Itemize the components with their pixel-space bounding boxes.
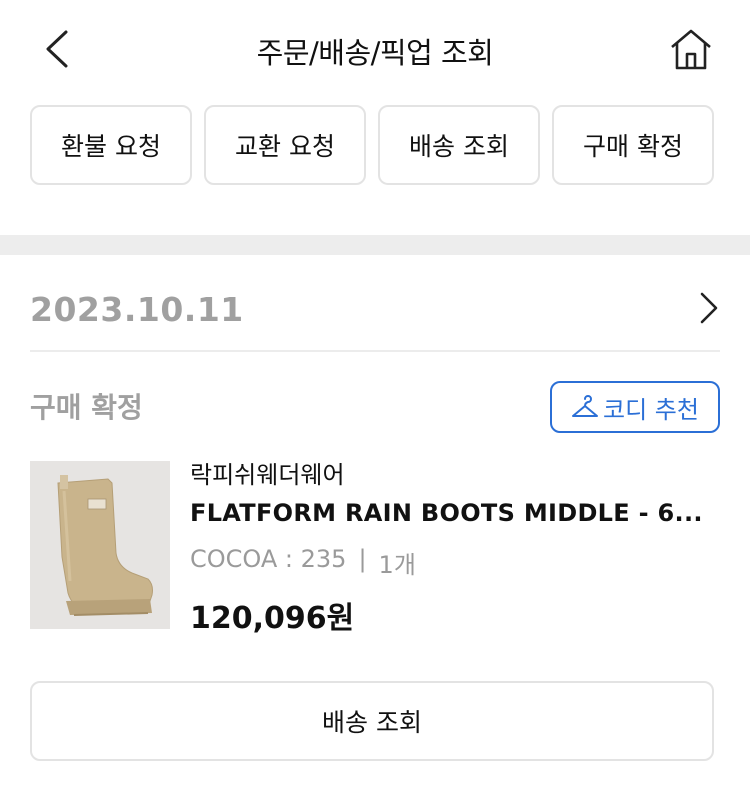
header: 주문/배송/픽업 조회 bbox=[0, 0, 750, 100]
product-thumbnail[interactable] bbox=[30, 461, 170, 629]
shipping-tracking-bottom-button[interactable]: 배송 조회 bbox=[30, 681, 714, 761]
divider bbox=[30, 350, 720, 352]
shipping-tracking-button[interactable]: 배송 조회 bbox=[378, 105, 540, 185]
order-date-row[interactable]: 2023.10.11 bbox=[30, 282, 720, 342]
home-icon[interactable] bbox=[668, 26, 714, 72]
product-brand: 락피쉬웨더웨어 bbox=[190, 461, 345, 489]
product-option-value: COCOA : 235 bbox=[190, 545, 347, 573]
codi-recommend-label: 코디 추천 bbox=[603, 395, 699, 424]
refund-request-button[interactable]: 환불 요청 bbox=[30, 105, 192, 185]
codi-recommend-button[interactable]: 코디 추천 bbox=[550, 381, 720, 433]
exchange-request-button[interactable]: 교환 요청 bbox=[204, 105, 366, 185]
product-option: COCOA : 235 | 1개 bbox=[190, 545, 416, 580]
page-title: 주문/배송/픽업 조회 bbox=[256, 36, 494, 70]
purchase-confirm-button[interactable]: 구매 확정 bbox=[552, 105, 714, 185]
section-divider-band bbox=[0, 235, 750, 255]
product-name[interactable]: FLATFORM RAIN BOOTS MIDDLE - 6... bbox=[190, 499, 720, 527]
order-date: 2023.10.11 bbox=[30, 290, 244, 329]
product-quantity: 1개 bbox=[378, 551, 416, 579]
product-price: 120,096원 bbox=[190, 601, 355, 636]
product-item: 락피쉬웨더웨어 FLATFORM RAIN BOOTS MIDDLE - 6..… bbox=[30, 455, 720, 636]
chevron-right-icon[interactable] bbox=[696, 290, 722, 326]
option-separator: | bbox=[358, 545, 367, 573]
order-action-bar: 환불 요청 교환 요청 배송 조회 구매 확정 bbox=[30, 105, 714, 185]
hanger-icon bbox=[572, 395, 599, 417]
order-status: 구매 확정 bbox=[30, 391, 143, 424]
